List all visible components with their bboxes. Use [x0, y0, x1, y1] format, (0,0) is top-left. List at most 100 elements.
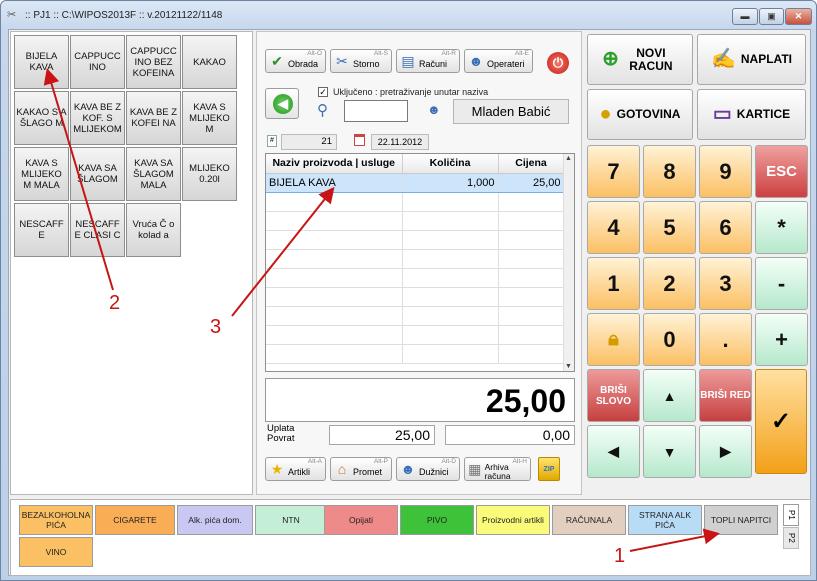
operateri-button[interactable]: ☻ Operateri Alt-E — [464, 49, 533, 73]
search-input[interactable] — [344, 100, 408, 122]
table-row-empty[interactable] — [266, 230, 565, 250]
empty-cell — [402, 192, 499, 212]
product-button-bijela-kava[interactable]: BIJELA KAVA — [14, 35, 69, 89]
search-inside-checkbox[interactable]: ✓ — [318, 87, 328, 97]
power-off-icon[interactable]: ⏻ — [547, 52, 569, 74]
product-button-vruca-cokolada[interactable]: Vruća Č o kolad a — [126, 203, 181, 257]
racuni-button[interactable]: ▤ Računi Alt-R — [396, 49, 460, 73]
novi-racun-button[interactable]: ⊕ NOVI RACUN — [587, 34, 693, 85]
table-row[interactable]: BIJELA KAVA 1,000 25,00 — [266, 172, 565, 193]
group-vino[interactable]: VINO — [19, 537, 93, 567]
key-3[interactable]: 3 — [699, 257, 752, 310]
key-7[interactable]: 7 — [587, 145, 640, 198]
group-cigarete[interactable]: CIGARETE — [95, 505, 175, 535]
table-row-empty[interactable] — [266, 268, 565, 288]
group-ntn[interactable]: NTN — [255, 505, 327, 535]
product-button-kakao[interactable]: KAKAO — [182, 35, 237, 89]
obrada-button[interactable]: ✔ Obrada Alt-O — [265, 49, 326, 73]
arrow-right-button[interactable]: ▶ — [699, 425, 752, 478]
key-5[interactable]: 5 — [643, 201, 696, 254]
artikli-button[interactable]: ★ Artikli Alt-A — [265, 457, 326, 481]
key-1[interactable]: 1 — [587, 257, 640, 310]
group-alk-pica-dom[interactable]: Alk. pića dom. — [177, 505, 253, 535]
table-row-empty[interactable] — [266, 287, 565, 307]
group-panel: BEZALKOHOLNA PIĆA CIGARETE Alk. pića dom… — [10, 499, 811, 576]
multiply-key[interactable]: * — [755, 201, 808, 254]
product-button-kava-bez-kof-s-mlijekom[interactable]: KAVA BE Z KOF. S MLIJEKOM — [70, 91, 125, 145]
enter-button[interactable]: ✓ — [755, 369, 807, 474]
column-header-price[interactable]: Cijena — [498, 154, 565, 174]
product-button-cappuccino[interactable]: CAPPUCC INO — [70, 35, 125, 89]
group-page-tab-1[interactable]: P1 — [783, 504, 799, 526]
table-row-empty[interactable] — [266, 325, 565, 345]
key-6[interactable]: 6 — [699, 201, 752, 254]
maximize-button[interactable]: ▣ — [759, 8, 784, 25]
app-window: ✂ :: PJ1 :: C:\WIPOS2013F :: v.20121122/… — [0, 0, 817, 581]
lock-button[interactable]: 🔒︎ — [587, 313, 640, 366]
naplati-button[interactable]: ✍ NAPLATI — [697, 34, 806, 85]
product-button-kava-s-mlijekom-mala[interactable]: KAVA S MLIJEKO M MALA — [14, 147, 69, 201]
back-button[interactable]: ◀ — [265, 88, 299, 119]
group-opijati[interactable]: Opijati — [324, 505, 398, 535]
arrow-right-icon: ▶ — [720, 443, 731, 459]
arrow-left-icon: ◀ — [273, 94, 293, 114]
key-4[interactable]: 4 — [587, 201, 640, 254]
zip-archive-icon[interactable]: ZIP — [538, 457, 560, 481]
esc-key[interactable]: ESC — [755, 145, 808, 198]
scissors-icon: ✂ — [336, 53, 348, 69]
product-button-kava-sa-slagom-mala[interactable]: KAVA SA ŠLAGOM MALA — [126, 147, 181, 201]
grid-scrollbar[interactable]: ▲ ▼ — [563, 154, 574, 371]
brisi-slovo-button[interactable]: BRIŠI SLOVO — [587, 369, 640, 422]
storno-button[interactable]: ✂ Storno Alt-S — [330, 49, 392, 73]
document-date: 22.11.2012 — [371, 134, 429, 150]
table-row-empty[interactable] — [266, 192, 565, 212]
column-header-qty[interactable]: Količina — [402, 154, 499, 174]
arrow-left-button[interactable]: ◀ — [587, 425, 640, 478]
close-button[interactable]: ✕ — [785, 8, 812, 25]
product-button-kava-bez-kofeina[interactable]: KAVA BE Z KOFEI NA — [126, 91, 181, 145]
column-header-name[interactable]: Naziv proizvoda | usluge — [266, 154, 403, 174]
arhiva-racuna-button[interactable]: ▦ Arhiva računa Alt-H — [464, 457, 531, 481]
product-button-cappuccino-bez-kofeina[interactable]: CAPPUCC INO BEZ KOFEINA — [126, 35, 181, 89]
promet-button[interactable]: ⌂ Promet Alt-P — [330, 457, 392, 481]
group-pivo[interactable]: PIVO — [400, 505, 474, 535]
group-bezalkoholna-pica[interactable]: BEZALKOHOLNA PIĆA — [19, 505, 93, 535]
product-button-kava-s-mlijekom[interactable]: KAVA S MLIJEKO M — [182, 91, 237, 145]
search-inside-label: Uključeno : pretraživanje unutar naziva — [333, 87, 489, 97]
table-row-empty[interactable] — [266, 344, 565, 364]
key-9[interactable]: 9 — [699, 145, 752, 198]
kartice-button[interactable]: ▭ KARTICE — [697, 89, 806, 140]
group-topli-napitci[interactable]: TOPLI NAPITCI — [704, 505, 778, 535]
group-strana-alk-pica[interactable]: STRANA ALK PIĆA — [628, 505, 702, 535]
group-racunala[interactable]: RAČUNALA — [552, 505, 626, 535]
duznici-button[interactable]: ☻ Dužnici Alt-D — [396, 457, 460, 481]
product-button-nescaffe-classic[interactable]: NESCAFF E CLASI C — [70, 203, 125, 257]
decimal-key[interactable]: . — [699, 313, 752, 366]
uplata-field[interactable]: 25,00 — [329, 425, 435, 445]
gotovina-button[interactable]: ● GOTOVINA — [587, 89, 693, 140]
app-icon: ✂ — [7, 9, 17, 21]
scroll-up-icon[interactable]: ▲ — [565, 155, 572, 162]
product-button-mlijeko[interactable]: MLIJEKO 0.20l — [182, 147, 237, 201]
group-page-tab-2[interactable]: P2 — [783, 527, 799, 549]
product-button-kakao-sa-slagom[interactable]: KAKAO S A ŠLAGO M — [14, 91, 69, 145]
minimize-button[interactable]: ▬ — [732, 8, 758, 25]
key-2[interactable]: 2 — [643, 257, 696, 310]
scroll-down-icon[interactable]: ▼ — [565, 363, 572, 370]
arrow-up-button[interactable]: ▲ — [643, 369, 696, 422]
table-row-empty[interactable] — [266, 211, 565, 231]
table-row-empty[interactable] — [266, 249, 565, 269]
receipt-grid[interactable]: Naziv proizvoda | usluge Količina Cijena… — [265, 153, 575, 372]
key-8[interactable]: 8 — [643, 145, 696, 198]
minus-key[interactable]: - — [755, 257, 808, 310]
receipt-panel: ✔ Obrada Alt-O ✂ Storno Alt-S ▤ Računi A… — [256, 31, 582, 495]
empty-cell — [266, 287, 403, 307]
brisi-red-button[interactable]: BRIŠI RED — [699, 369, 752, 422]
group-proizvodni-artikli[interactable]: Proizvodni artikli — [476, 505, 550, 535]
plus-key[interactable]: + — [755, 313, 808, 366]
table-row-empty[interactable] — [266, 306, 565, 326]
arrow-down-button[interactable]: ▼ — [643, 425, 696, 478]
product-button-nescaffe[interactable]: NESCAFF E — [14, 203, 69, 257]
product-button-kava-sa-slagom[interactable]: KAVA SA ŠLAGOM — [70, 147, 125, 201]
key-0[interactable]: 0 — [643, 313, 696, 366]
